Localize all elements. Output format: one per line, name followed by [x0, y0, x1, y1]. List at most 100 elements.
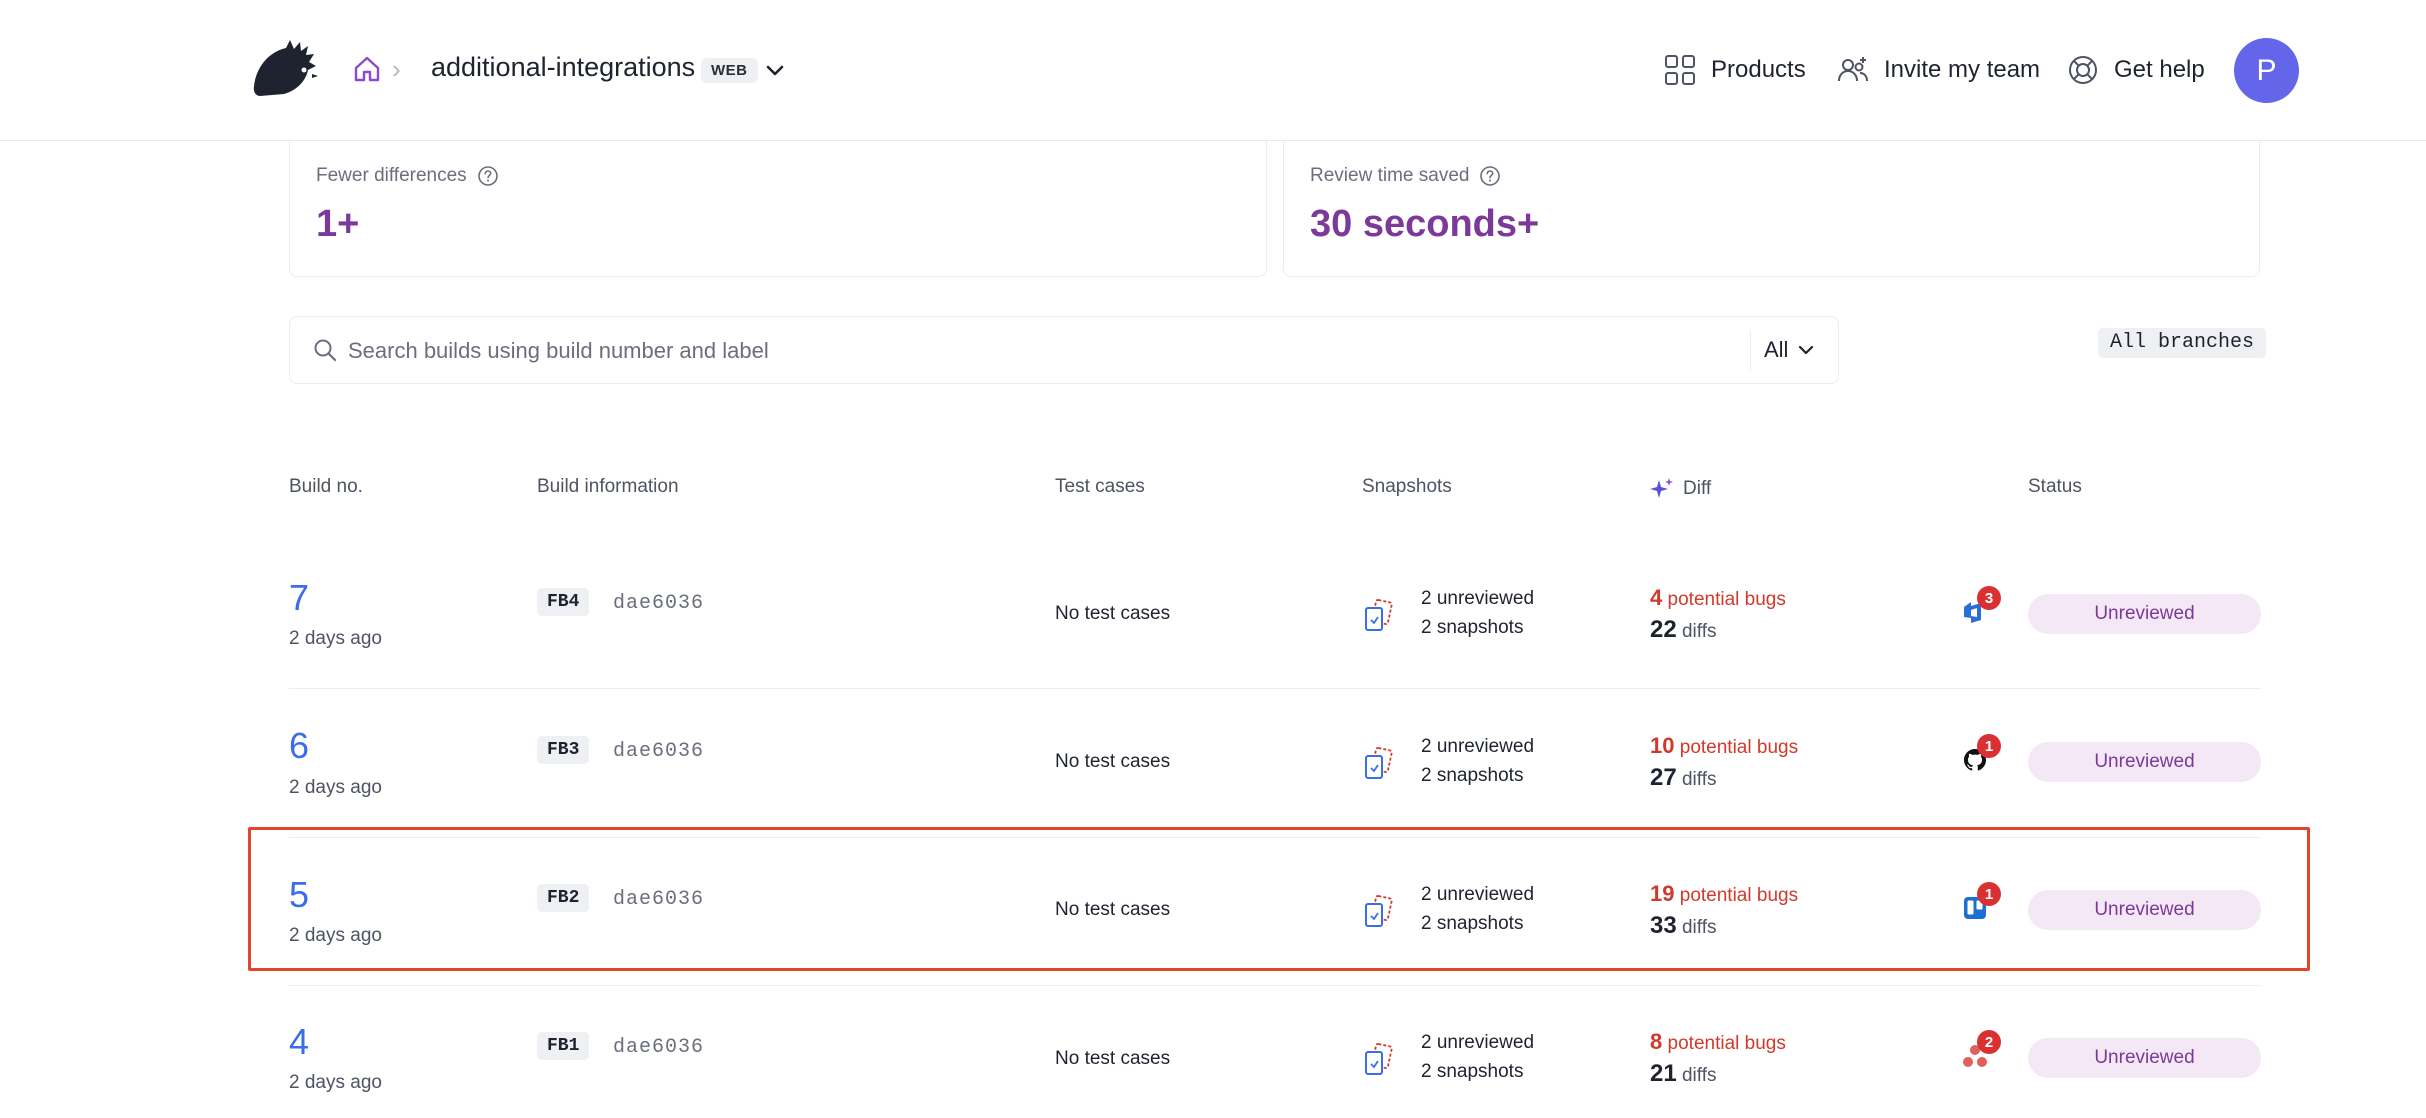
column-header-snapshots: Snapshots: [1362, 476, 1452, 497]
breadcrumb-separator-icon: ›: [392, 54, 401, 84]
diff-header-label: Diff: [1683, 478, 1712, 499]
integration-issues[interactable]: 1: [1961, 882, 2013, 928]
potential-bugs: 4 potential bugs: [1650, 585, 1786, 611]
diffs-count: 33: [1650, 912, 1677, 939]
add-users-icon: [1838, 57, 1868, 82]
build-time: 2 days ago: [289, 1072, 382, 1093]
home-icon[interactable]: [352, 54, 382, 84]
filter-value: All: [1764, 337, 1789, 362]
snapshot-stack-icon: [1365, 895, 1393, 927]
table-row[interactable]: 4 2 days ago FB1 dae6036 No test cases 2…: [289, 984, 2261, 1118]
chevron-down-icon[interactable]: [763, 58, 787, 82]
fewer-differences-label: Fewer differences: [316, 165, 499, 187]
table-row[interactable]: 5 2 days ago FB2 dae6036 No test cases 2…: [289, 836, 2261, 984]
diffs-count: 27: [1650, 764, 1677, 791]
snapshot-stack-icon: [1365, 1043, 1393, 1075]
build-filter-select[interactable]: All: [1764, 337, 1816, 363]
build-number-link[interactable]: 7: [289, 577, 309, 619]
review-time-saved-card: Review time saved 30 seconds+: [1283, 141, 2260, 277]
build-label-chip: FB4: [537, 588, 590, 616]
user-avatar[interactable]: P: [2234, 38, 2299, 103]
column-header-build-info: Build information: [537, 476, 679, 497]
bugs-label: potential bugs: [1667, 1033, 1786, 1054]
unreviewed-count: 2 unreviewed: [1421, 588, 1535, 609]
integration-count-badge: 1: [1977, 734, 2001, 758]
build-time: 2 days ago: [289, 925, 382, 946]
integration-issues[interactable]: 3: [1961, 586, 2013, 632]
build-time: 2 days ago: [289, 628, 382, 649]
diffs-total: 33 diffs: [1650, 912, 1717, 940]
diffs-total: 22 diffs: [1650, 616, 1717, 644]
help-label: Get help: [2114, 56, 2205, 83]
grid-icon: [1665, 55, 1695, 85]
search-input[interactable]: [348, 331, 1448, 371]
test-cases-text: No test cases: [1055, 751, 1171, 772]
diffs-label: diffs: [1681, 769, 1717, 790]
chevron-down-icon: [1799, 345, 1814, 355]
potential-bugs: 19 potential bugs: [1650, 881, 1798, 907]
potential-bugs: 8 potential bugs: [1650, 1029, 1786, 1055]
review-time-saved-label-text: Review time saved: [1310, 165, 1470, 186]
platform-badge: WEB: [701, 58, 758, 83]
integration-issues[interactable]: 1: [1961, 734, 2013, 780]
fewer-differences-value: 1+: [316, 203, 360, 245]
table-row[interactable]: 7 2 days ago FB4 dae6036 No test cases 2…: [289, 540, 2261, 688]
table-row[interactable]: 6 2 days ago FB3 dae6036 No test cases 2…: [289, 688, 2261, 836]
top-navigation: › additional-integrations WEB Products I…: [0, 0, 2426, 141]
build-number-link[interactable]: 5: [289, 874, 309, 916]
integration-count-badge: 2: [1977, 1030, 2001, 1054]
lifebuoy-icon: [2069, 56, 2097, 84]
build-label-chip: FB2: [537, 884, 590, 912]
build-time: 2 days ago: [289, 777, 382, 798]
integration-count-badge: 3: [1977, 586, 2001, 610]
question-circle-icon[interactable]: [477, 165, 499, 187]
build-search-box: All: [289, 316, 1839, 384]
integration-issues[interactable]: 2: [1961, 1030, 2013, 1076]
search-icon: [314, 339, 337, 362]
build-number-link[interactable]: 4: [289, 1021, 309, 1063]
invite-team-nav-button[interactable]: Invite my team: [1836, 50, 2040, 90]
invite-label: Invite my team: [1884, 56, 2041, 83]
build-number-link[interactable]: 6: [289, 725, 309, 767]
snapshot-count: 2 snapshots: [1421, 617, 1524, 638]
test-cases-text: No test cases: [1055, 603, 1171, 624]
diffs-count: 22: [1650, 616, 1677, 643]
potential-bugs: 10 potential bugs: [1650, 733, 1798, 759]
branch-filter-button[interactable]: All branches: [2098, 328, 2267, 358]
question-circle-icon[interactable]: [1479, 165, 1501, 187]
bugs-label: potential bugs: [1679, 737, 1799, 758]
get-help-nav-button[interactable]: Get help: [2066, 50, 2205, 90]
diffs-label: diffs: [1681, 1065, 1717, 1086]
column-header-status: Status: [2028, 476, 2082, 497]
diffs-count: 21: [1650, 1060, 1677, 1087]
unreviewed-count: 2 unreviewed: [1421, 1032, 1535, 1053]
status-badge[interactable]: Unreviewed: [2028, 1038, 2261, 1078]
column-header-test-cases: Test cases: [1055, 476, 1145, 497]
bugs-count: 8: [1650, 1029, 1663, 1054]
snapshot-stack-icon: [1365, 747, 1393, 779]
hedgehog-logo-icon[interactable]: [250, 38, 318, 100]
test-cases-text: No test cases: [1055, 1048, 1171, 1069]
snapshot-count: 2 snapshots: [1421, 1061, 1524, 1082]
column-header-build-no: Build no.: [289, 476, 363, 497]
review-time-saved-value: 30 seconds+: [1310, 203, 1540, 245]
column-header-diff: Diff: [1649, 476, 1711, 502]
bugs-label: potential bugs: [1667, 589, 1786, 610]
commit-hash: dae6036: [613, 740, 705, 763]
products-nav-button[interactable]: Products: [1663, 50, 1806, 90]
products-label: Products: [1711, 56, 1806, 83]
bugs-count: 4: [1650, 585, 1663, 610]
status-badge[interactable]: Unreviewed: [2028, 742, 2261, 782]
commit-hash: dae6036: [613, 888, 705, 911]
project-name[interactable]: additional-integrations: [431, 52, 695, 83]
diffs-total: 21 diffs: [1650, 1060, 1717, 1088]
bugs-count: 10: [1650, 733, 1675, 758]
test-cases-text: No test cases: [1055, 899, 1171, 920]
unreviewed-count: 2 unreviewed: [1421, 736, 1535, 757]
diffs-label: diffs: [1681, 621, 1717, 642]
sparkles-icon: [1650, 478, 1673, 498]
build-label-chip: FB3: [537, 736, 590, 764]
build-label-chip: FB1: [537, 1032, 590, 1060]
status-badge[interactable]: Unreviewed: [2028, 890, 2261, 930]
status-badge[interactable]: Unreviewed: [2028, 594, 2261, 634]
